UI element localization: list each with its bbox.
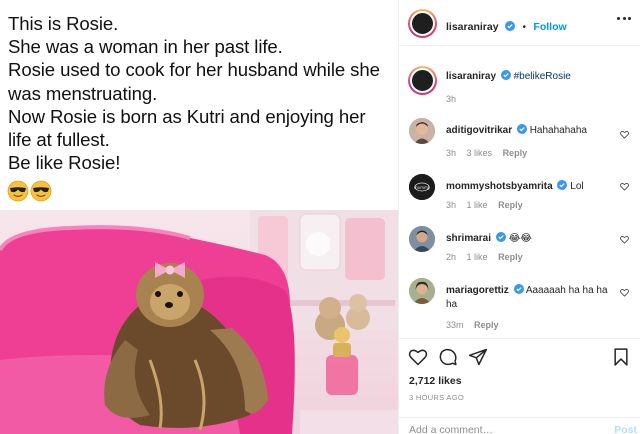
post-actions: 2,712 likes 3 HOURS AGO Post <box>399 338 640 434</box>
caption-line: Be like Rosie! <box>8 152 121 174</box>
comment-body: Lol <box>570 181 584 192</box>
caption-line: This is Rosie. <box>8 13 119 34</box>
verified-badge-icon <box>516 124 527 134</box>
add-comment-input[interactable] <box>409 424 589 434</box>
verified-badge-icon <box>495 232 506 242</box>
post-timestamp: 3 HOURS AGO <box>409 393 464 402</box>
comment-text: lisaraniray #belikeRosie <box>446 70 616 84</box>
header-username[interactable]: lisaraniray <box>446 21 499 33</box>
svg-text:mommy: mommy <box>414 185 431 190</box>
caption-line: was menstruating. <box>8 82 158 104</box>
verified-badge-icon <box>513 284 524 294</box>
comment-username[interactable]: aditigovitrikar <box>446 125 512 136</box>
avatar[interactable] <box>409 226 435 252</box>
comment-likes[interactable]: 1 like <box>467 200 488 210</box>
avatar-image <box>409 118 435 144</box>
emoji-row <box>7 180 52 202</box>
sunglasses-emoji-icon <box>30 180 52 202</box>
like-comment-heart-icon[interactable] <box>620 235 629 244</box>
avatar-image <box>410 68 435 93</box>
comment-time: 33m <box>446 320 464 330</box>
caption-line: Now Rosie is born as Kutri and enjoying … <box>8 105 366 127</box>
post-comment-button[interactable]: Post <box>614 424 637 434</box>
comment-time: 3h <box>446 200 457 210</box>
add-comment-bar: Post <box>399 417 640 434</box>
reply-button[interactable]: Reply <box>498 200 523 210</box>
avatar-image <box>409 226 435 252</box>
avatar-image <box>410 11 435 36</box>
comment-meta: 3h <box>446 94 464 104</box>
bookmark-save-icon[interactable] <box>611 347 631 367</box>
verified-badge-icon <box>557 180 568 190</box>
comment-body: 😂😂 <box>508 233 532 244</box>
avatar-image <box>409 278 435 304</box>
comment-meta: 3h 1 like Reply <box>446 200 531 210</box>
like-comment-heart-icon[interactable] <box>620 130 629 139</box>
more-options-icon[interactable] <box>617 17 631 21</box>
post-side-panel: lisaraniray • Follow lisaraniray #belike… <box>398 0 640 434</box>
reply-button[interactable]: Reply <box>503 148 528 158</box>
comment-username[interactable]: shrimarai <box>446 233 491 244</box>
reply-button[interactable]: Reply <box>498 252 523 262</box>
comment-meta: 3h 3 likes Reply <box>446 148 535 158</box>
comment-username[interactable]: mommyshotsbyamrita <box>446 181 553 192</box>
comment-text: aditigovitrikar Hahahahaha <box>446 124 616 138</box>
comment-body: Hahahahaha <box>529 125 587 136</box>
comment-text: shrimarai 😂😂 <box>446 232 616 246</box>
post-caption-text: This is Rosie. She was a woman in her pa… <box>8 12 393 174</box>
comment-text: mommyshotsbyamrita Lol <box>446 180 616 194</box>
post-image[interactable]: This is Rosie. She was a woman in her pa… <box>0 0 398 434</box>
comment-likes[interactable]: 3 likes <box>467 148 493 158</box>
comment-username[interactable]: mariagorettiz <box>446 285 509 296</box>
avatar-image: mommy <box>409 174 435 200</box>
comment-time: 3h <box>446 148 457 158</box>
share-send-icon[interactable] <box>468 347 488 367</box>
separator-dot: • <box>522 22 526 33</box>
avatar[interactable] <box>408 66 437 95</box>
comment-text: mariagorettiz Aaaaaah ha ha ha ha <box>446 284 611 312</box>
likes-count[interactable]: 2,712 likes <box>409 375 462 387</box>
verified-badge-icon <box>505 21 515 31</box>
like-heart-icon[interactable] <box>408 347 428 367</box>
post-header: lisaraniray • Follow <box>399 0 640 46</box>
caption-line: life at fullest. <box>8 129 110 151</box>
verified-badge-icon <box>500 70 511 80</box>
hashtag-link[interactable]: #belikeRosie <box>514 71 571 82</box>
comment-bubble-icon[interactable] <box>438 347 458 367</box>
comment-meta: 2h 1 like Reply <box>446 252 531 262</box>
caption-line: She was a woman in her past life. <box>8 36 283 58</box>
avatar[interactable] <box>409 118 435 144</box>
avatar[interactable]: mommy <box>409 174 435 200</box>
like-comment-heart-icon[interactable] <box>620 288 629 297</box>
like-comment-heart-icon[interactable] <box>620 182 629 191</box>
comment-meta: 33m Reply <box>446 320 507 330</box>
comment-likes[interactable]: 1 like <box>467 252 488 262</box>
comment-username[interactable]: lisaraniray <box>446 71 496 82</box>
caption-line: Rosie used to cook for her husband while… <box>8 59 380 81</box>
dog-photo <box>0 210 398 434</box>
dog-on-pink-chair-illustration <box>0 210 398 434</box>
avatar[interactable] <box>408 9 437 38</box>
sunglasses-emoji-icon <box>7 180 29 202</box>
comment-time: 2h <box>446 252 457 262</box>
reply-button[interactable]: Reply <box>474 320 499 330</box>
comment-time: 3h <box>446 94 457 104</box>
avatar[interactable] <box>409 278 435 304</box>
follow-button[interactable]: Follow <box>533 21 566 33</box>
